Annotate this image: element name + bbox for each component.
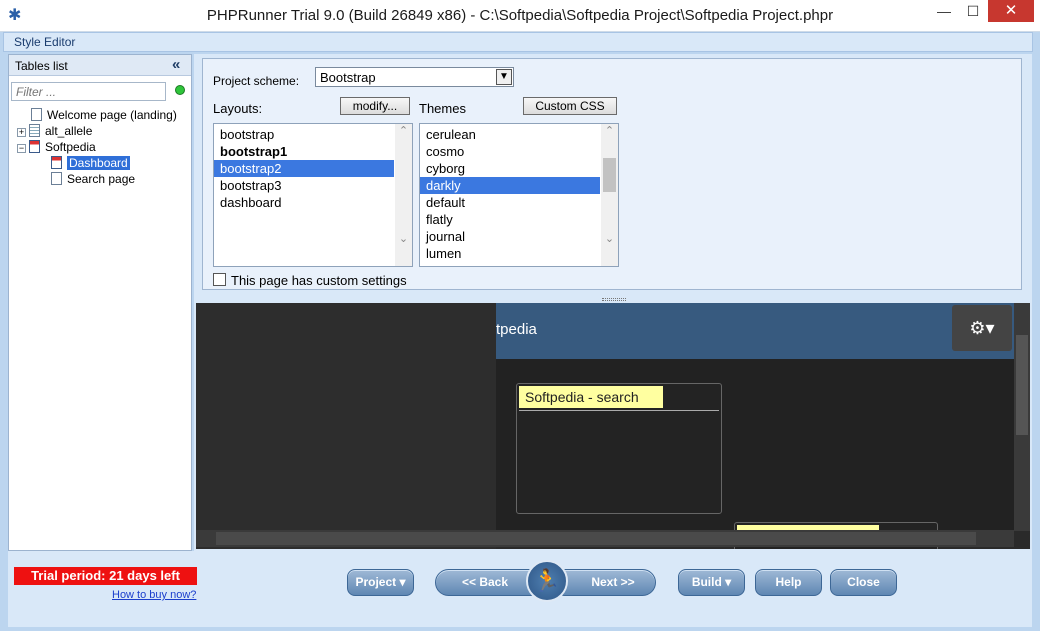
theme-item[interactable]: cyborg: [420, 160, 618, 177]
preview-panel-title: Softpedia - search: [519, 386, 663, 408]
theme-item[interactable]: journal: [420, 228, 618, 245]
project-label: Project: [355, 575, 397, 589]
layout-item-selected[interactable]: bootstrap2: [214, 160, 394, 177]
themes-scrollbar[interactable]: ⌃ ⌄: [601, 124, 618, 266]
splitter-handle[interactable]: [602, 298, 626, 301]
scheme-select[interactable]: Bootstrap ▼: [315, 67, 514, 87]
layouts-list[interactable]: bootstrap bootstrap1 bootstrap2 bootstra…: [213, 123, 413, 267]
layout-item[interactable]: bootstrap: [214, 126, 412, 143]
modify-button[interactable]: modify...: [340, 97, 410, 115]
custom-settings-label: This page has custom settings: [231, 273, 407, 288]
collapse-icon[interactable]: «: [172, 56, 180, 73]
next-button[interactable]: Next >>: [560, 569, 656, 596]
theme-item[interactable]: cerulean: [420, 126, 618, 143]
tree-item-softpedia[interactable]: − Softpedia: [17, 139, 96, 155]
scheme-label: Project scheme:: [213, 74, 300, 88]
preview-brand: tpedia: [496, 321, 537, 338]
run-icon[interactable]: 🏃: [526, 560, 568, 602]
theme-item[interactable]: flatly: [420, 211, 618, 228]
expand-icon[interactable]: +: [17, 128, 26, 137]
scroll-up-icon[interactable]: ⌃: [395, 124, 412, 141]
back-button[interactable]: << Back: [435, 569, 535, 596]
dashboard-icon: [29, 140, 40, 153]
custom-css-button[interactable]: Custom CSS: [523, 97, 617, 115]
filter-input[interactable]: [11, 82, 166, 101]
preview-pane: tpedia ⚙▾ Softpedia - search Softpedia -…: [196, 303, 1030, 549]
table-icon: [29, 124, 40, 137]
scroll-thumb[interactable]: [1016, 335, 1028, 435]
tree-item-label: Softpedia: [45, 140, 96, 154]
window-title: PHPRunner Trial 9.0 (Build 26849 x86) - …: [206, 7, 834, 24]
scroll-down-icon[interactable]: ⌄: [601, 232, 618, 249]
preview-panel: Softpedia - search: [516, 383, 722, 514]
tree-item-dashboard[interactable]: Dashboard: [51, 155, 130, 171]
trial-badge: Trial period: 21 days left: [14, 567, 197, 585]
buy-link[interactable]: How to buy now?: [112, 589, 196, 601]
preview-sidebar: [196, 303, 496, 549]
help-button[interactable]: Help: [755, 569, 822, 596]
theme-item[interactable]: lumen: [420, 245, 618, 262]
layouts-scrollbar[interactable]: ⌃ ⌄: [395, 124, 412, 266]
project-button[interactable]: Project ▾: [347, 569, 414, 596]
tables-panel: Tables list « Welcome page (landing) + al…: [8, 54, 192, 551]
tree-item-alt-allele[interactable]: + alt_allele: [17, 123, 92, 139]
tables-panel-title: Tables list: [15, 59, 68, 73]
tree-item-label: alt_allele: [45, 124, 93, 138]
tables-panel-header: Tables list «: [9, 55, 191, 76]
preview-body: Softpedia - search Softpedia - search: [496, 359, 1014, 549]
build-label: Build: [691, 575, 722, 589]
theme-item[interactable]: default: [420, 194, 618, 211]
tree-item-welcome[interactable]: Welcome page (landing): [31, 107, 177, 123]
layout-item[interactable]: bootstrap1: [214, 143, 412, 160]
layout-item[interactable]: dashboard: [214, 194, 412, 211]
scroll-up-icon[interactable]: ⌃: [601, 124, 618, 141]
bottom-bar: Trial period: 21 days left How to buy no…: [8, 551, 1032, 627]
themes-list[interactable]: cerulean cosmo cyborg darkly default fla…: [419, 123, 619, 267]
settings-panel: Project scheme: Bootstrap ▼ Layouts: mod…: [202, 58, 1022, 290]
tree-item-search-page[interactable]: Search page: [51, 171, 135, 187]
tree-item-label: Welcome page (landing): [47, 108, 177, 122]
tree-item-label: Search page: [67, 172, 136, 186]
scheme-value: Bootstrap: [320, 70, 376, 85]
tree-item-label: Dashboard: [67, 156, 130, 170]
preview-vertical-scrollbar[interactable]: [1014, 303, 1030, 531]
status-dot-icon: [175, 85, 185, 95]
scroll-thumb[interactable]: [216, 532, 976, 545]
preview-divider: [519, 410, 719, 411]
scroll-thumb[interactable]: [603, 158, 616, 192]
theme-item-selected[interactable]: darkly: [420, 177, 600, 194]
maximize-button[interactable]: ☐: [959, 0, 987, 22]
scroll-down-icon[interactable]: ⌄: [395, 232, 412, 249]
page-icon: [51, 172, 62, 185]
dashboard-icon: [51, 156, 62, 169]
close-window-button[interactable]: ✕: [988, 0, 1034, 22]
layouts-label: Layouts:: [213, 101, 263, 116]
style-editor-area: Project scheme: Bootstrap ▼ Layouts: mod…: [194, 54, 1032, 551]
minimize-button[interactable]: —: [930, 0, 958, 22]
theme-item[interactable]: cosmo: [420, 143, 618, 160]
title-bar: ✱ PHPRunner Trial 9.0 (Build 26849 x86) …: [0, 0, 1040, 32]
collapse-tree-icon[interactable]: −: [17, 144, 26, 153]
preview-navbar: tpedia ⚙▾: [496, 303, 1030, 359]
layout-item[interactable]: bootstrap3: [214, 177, 412, 194]
themes-label: Themes: [419, 101, 466, 116]
gear-icon[interactable]: ⚙▾: [952, 305, 1012, 351]
custom-settings-checkbox[interactable]: [213, 273, 226, 286]
chevron-down-icon[interactable]: ▼: [496, 69, 512, 85]
menu-bar: Style Editor: [3, 32, 1033, 52]
build-button[interactable]: Build ▾: [678, 569, 745, 596]
page-icon: [31, 108, 42, 121]
menu-style-editor[interactable]: Style Editor: [14, 35, 75, 49]
close-button[interactable]: Close: [830, 569, 897, 596]
preview-horizontal-scrollbar[interactable]: [196, 530, 1014, 547]
